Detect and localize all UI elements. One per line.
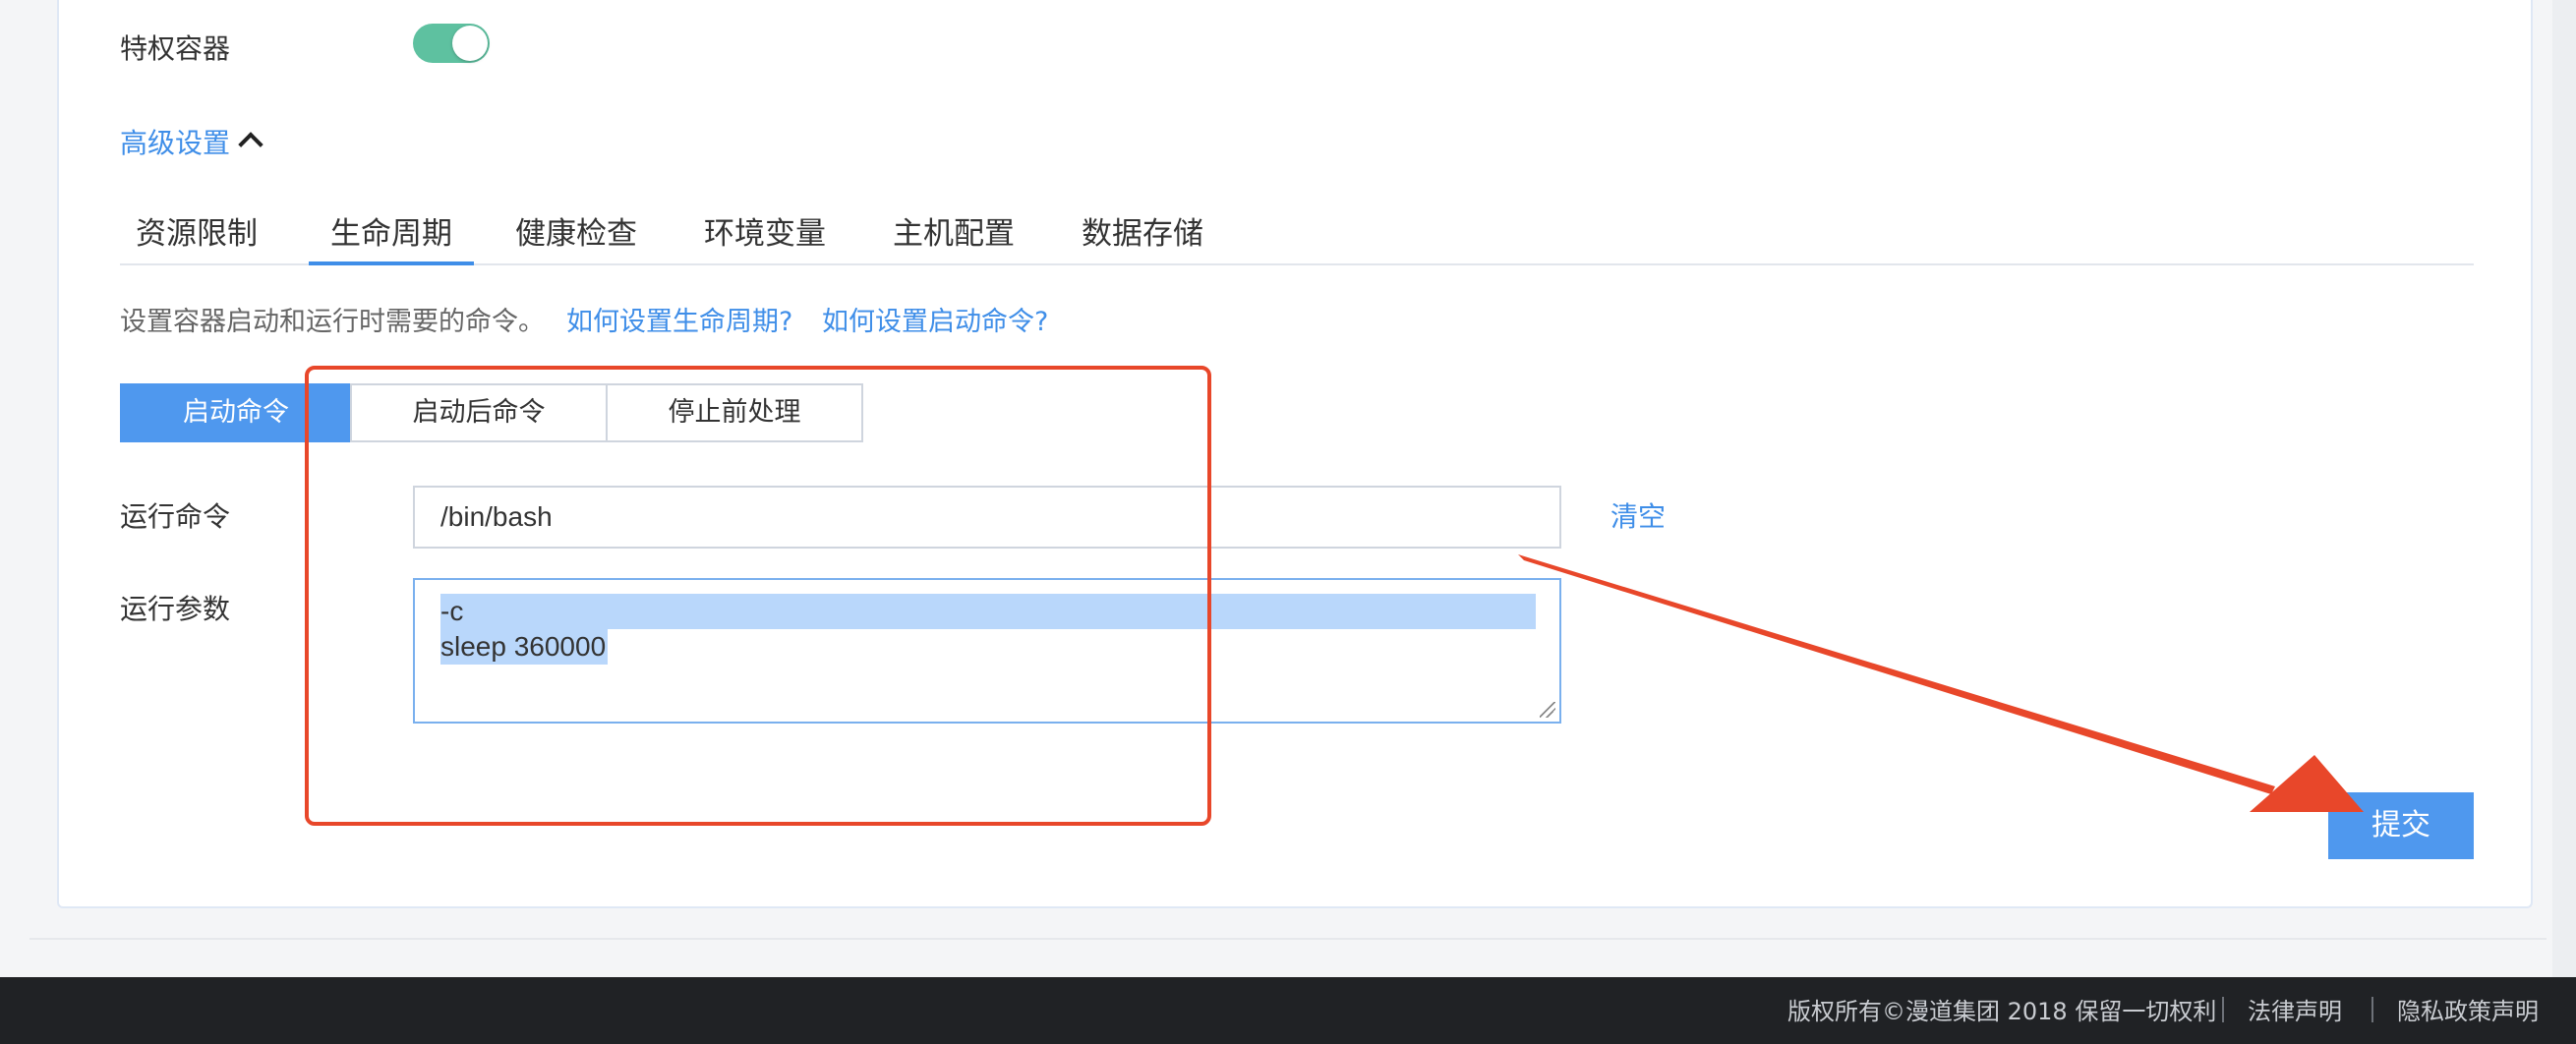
advanced-settings-toggle[interactable]: 高级设置 <box>120 124 230 163</box>
divider <box>29 938 2547 940</box>
toggle-knob <box>452 26 488 61</box>
scrollbar-track[interactable] <box>2552 0 2576 977</box>
tab-host-config[interactable]: 主机配置 <box>875 206 1032 265</box>
footer-link-legal[interactable]: 法律声明 <box>2248 995 2342 1028</box>
privileged-container-toggle[interactable] <box>413 24 490 63</box>
tab-data-storage[interactable]: 数据存储 <box>1064 206 1221 265</box>
lifecycle-description: 设置容器启动和运行时需要的命令。 <box>120 307 545 337</box>
advanced-settings-tabs: 资源限制 生命周期 健康检查 环境变量 主机配置 数据存储 <box>120 206 2474 265</box>
help-link-lifecycle[interactable]: 如何设置生命周期? <box>566 303 792 342</box>
tab-health-check[interactable]: 健康检查 <box>498 206 655 265</box>
footer-link-privacy[interactable]: 隐私政策声明 <box>2397 995 2539 1028</box>
run-args-label: 运行参数 <box>120 593 231 625</box>
footer-separator <box>2222 997 2224 1022</box>
privileged-container-label: 特权容器 <box>120 32 231 65</box>
chevron-up-icon[interactable] <box>238 132 263 157</box>
run-command-label: 运行命令 <box>120 500 231 533</box>
tab-resource-limits[interactable]: 资源限制 <box>120 206 273 265</box>
tab-env-variables[interactable]: 环境变量 <box>686 206 844 265</box>
page: 特权容器 高级设置 资源限制 生命周期 健康检查 环境变量 主机配置 数据存储 … <box>0 0 2576 1044</box>
annotation-highlight-box <box>305 366 1211 826</box>
submit-button[interactable]: 提交 <box>2328 792 2474 859</box>
clear-button[interactable]: 清空 <box>1610 497 1666 537</box>
footer-copyright: 版权所有©漫道集团 2018 保留一切权利 <box>1787 998 2217 1025</box>
help-link-start-command[interactable]: 如何设置启动命令? <box>822 303 1048 342</box>
footer-separator <box>2371 997 2373 1022</box>
tab-lifecycle[interactable]: 生命周期 <box>309 206 474 265</box>
resize-handle-icon[interactable] <box>1540 702 1555 718</box>
